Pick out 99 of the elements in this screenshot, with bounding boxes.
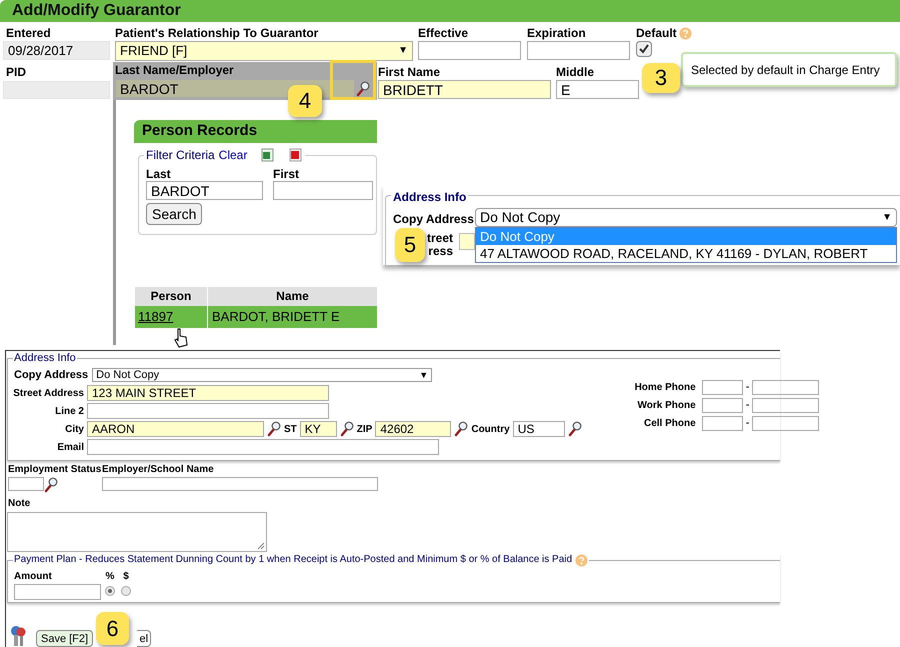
fieldset-legend: Payment Plan - Reduces Statement Dunning Count by 1 when Receipt is Auto-Posted and Minimum $ or % of Balance is Paid (14, 555, 572, 566)
magnifier-icon[interactable] (44, 477, 58, 494)
resize-grip-icon[interactable] (257, 542, 265, 550)
input-field[interactable]: BARDOT (146, 181, 263, 200)
spreadsheet-icon[interactable] (261, 148, 276, 162)
window-title: Add/Modify Guarantor (12, 1, 181, 21)
input-field[interactable]: BRIDETT (378, 80, 551, 99)
input-field[interactable] (14, 584, 101, 600)
relationship-select[interactable]: FRIEND [F] ▼ (115, 41, 413, 61)
input-field[interactable]: AARON (87, 421, 264, 437)
dropdown-arrow: ▼ (419, 370, 428, 380)
field-label: Copy Address (393, 211, 474, 228)
clear-link[interactable]: Clear (218, 149, 248, 161)
field-label: Patient's Relationship To Guarantor (115, 26, 320, 40)
magnifier-icon[interactable] (267, 421, 281, 437)
phone-separator: - (744, 380, 750, 395)
input-field[interactable] (459, 233, 475, 250)
input-field[interactable] (527, 41, 630, 60)
field-label: Cell Phone (644, 418, 696, 429)
default-checkbox[interactable] (636, 41, 652, 57)
input-field[interactable]: 09/28/2017 (3, 41, 110, 60)
field-label: Expiration (527, 26, 587, 40)
field-label: Employment Status (8, 463, 100, 478)
input-field[interactable] (273, 181, 373, 200)
search-button[interactable]: Search (146, 203, 202, 225)
table-row[interactable]: 11897 BARDOT, BRIDETT E (135, 306, 377, 328)
magnifier-icon[interactable] (340, 421, 354, 437)
popup-title: Person Records (142, 121, 258, 142)
phone-separator: - (744, 416, 750, 431)
person-link[interactable]: 11897 (135, 306, 208, 328)
input-field[interactable] (702, 416, 743, 430)
input-field[interactable]: 123 MAIN STREET (87, 385, 329, 401)
cancel-button[interactable]: el (137, 630, 152, 647)
column-header: Name (275, 288, 310, 305)
field-label: Country (471, 423, 510, 437)
input-field[interactable] (752, 398, 820, 412)
field-label: Email (57, 442, 84, 453)
callout-badge: 3 (642, 63, 680, 93)
pdf-icon[interactable] (289, 148, 304, 162)
dropdown-option[interactable]: 47 ALTAWOOD ROAD, RACELAND, KY 41169 - DYLAN, ROBERT (476, 245, 896, 262)
help-icon[interactable] (678, 26, 692, 40)
input-field[interactable] (752, 416, 820, 430)
callout-badge: 6 (96, 612, 129, 645)
copy-address-select[interactable]: Do Not Copy ▼ (475, 208, 897, 227)
input-field[interactable] (702, 398, 743, 412)
input-field[interactable] (102, 477, 378, 492)
field-label: treet (426, 232, 453, 245)
field-label: Amount (14, 570, 53, 584)
field-label: Entered (6, 26, 52, 40)
input-field[interactable] (87, 439, 439, 455)
field-label: ZIP (356, 423, 372, 437)
note-textarea[interactable] (7, 512, 267, 552)
input-field[interactable]: KY (300, 421, 337, 437)
tooltip: Selected by default in Charge Entry (681, 52, 897, 87)
magnifier-icon[interactable] (568, 421, 582, 437)
highlight-frame (330, 60, 376, 100)
field-label: Line 2 (55, 406, 84, 417)
field-label: Street Address (13, 388, 84, 399)
callout-badge: 4 (288, 85, 322, 117)
dropdown-arrow: ▼ (882, 212, 892, 222)
input-field[interactable]: 42602 (375, 421, 452, 437)
callout-badge: 5 (395, 228, 425, 262)
phone-separator: - (744, 398, 750, 413)
field-label: Note (8, 498, 30, 510)
field-label: % (106, 570, 114, 584)
field-label: $ (123, 570, 129, 584)
input-field[interactable]: US (512, 421, 565, 437)
field-label: Employer/School Name (102, 463, 215, 478)
field-label: Copy Address (14, 368, 88, 382)
magnifier-icon[interactable] (454, 421, 468, 437)
input-field[interactable] (752, 380, 820, 394)
filter-legend: Filter Criteria (146, 149, 215, 161)
field-label: Default (636, 26, 677, 40)
field-label: Last (146, 167, 172, 181)
field-label: Work Phone (638, 400, 696, 411)
input-field[interactable] (87, 403, 329, 419)
radio-button[interactable] (121, 586, 131, 596)
input-field[interactable] (702, 380, 743, 394)
radio-button[interactable] (105, 586, 115, 596)
field-label: ST (284, 423, 297, 437)
magnifier-icon[interactable] (356, 80, 370, 96)
input-field[interactable] (8, 477, 44, 492)
field-label: First Name (378, 65, 442, 79)
dropdown-arrow: ▼ (398, 46, 408, 56)
field-label: Home Phone (634, 382, 696, 393)
save-button[interactable]: Save [F2] (36, 630, 94, 647)
input-field[interactable]: E (556, 80, 639, 99)
field-label: PID (6, 65, 28, 79)
field-label: First (273, 167, 300, 181)
table-cell-text: BARDOT, BRIDETT E (211, 308, 340, 326)
check-icon (639, 44, 649, 54)
field-label: Middle (556, 65, 595, 79)
input-field[interactable] (418, 41, 521, 60)
field-label: Last Name/Employer (115, 63, 235, 77)
help-icon[interactable] (575, 554, 588, 567)
field-label: Effective (418, 26, 470, 40)
field-label: City (65, 424, 84, 435)
field-label: ress (428, 245, 453, 258)
copy-address-select[interactable]: Do Not Copy ▼ (92, 368, 432, 382)
